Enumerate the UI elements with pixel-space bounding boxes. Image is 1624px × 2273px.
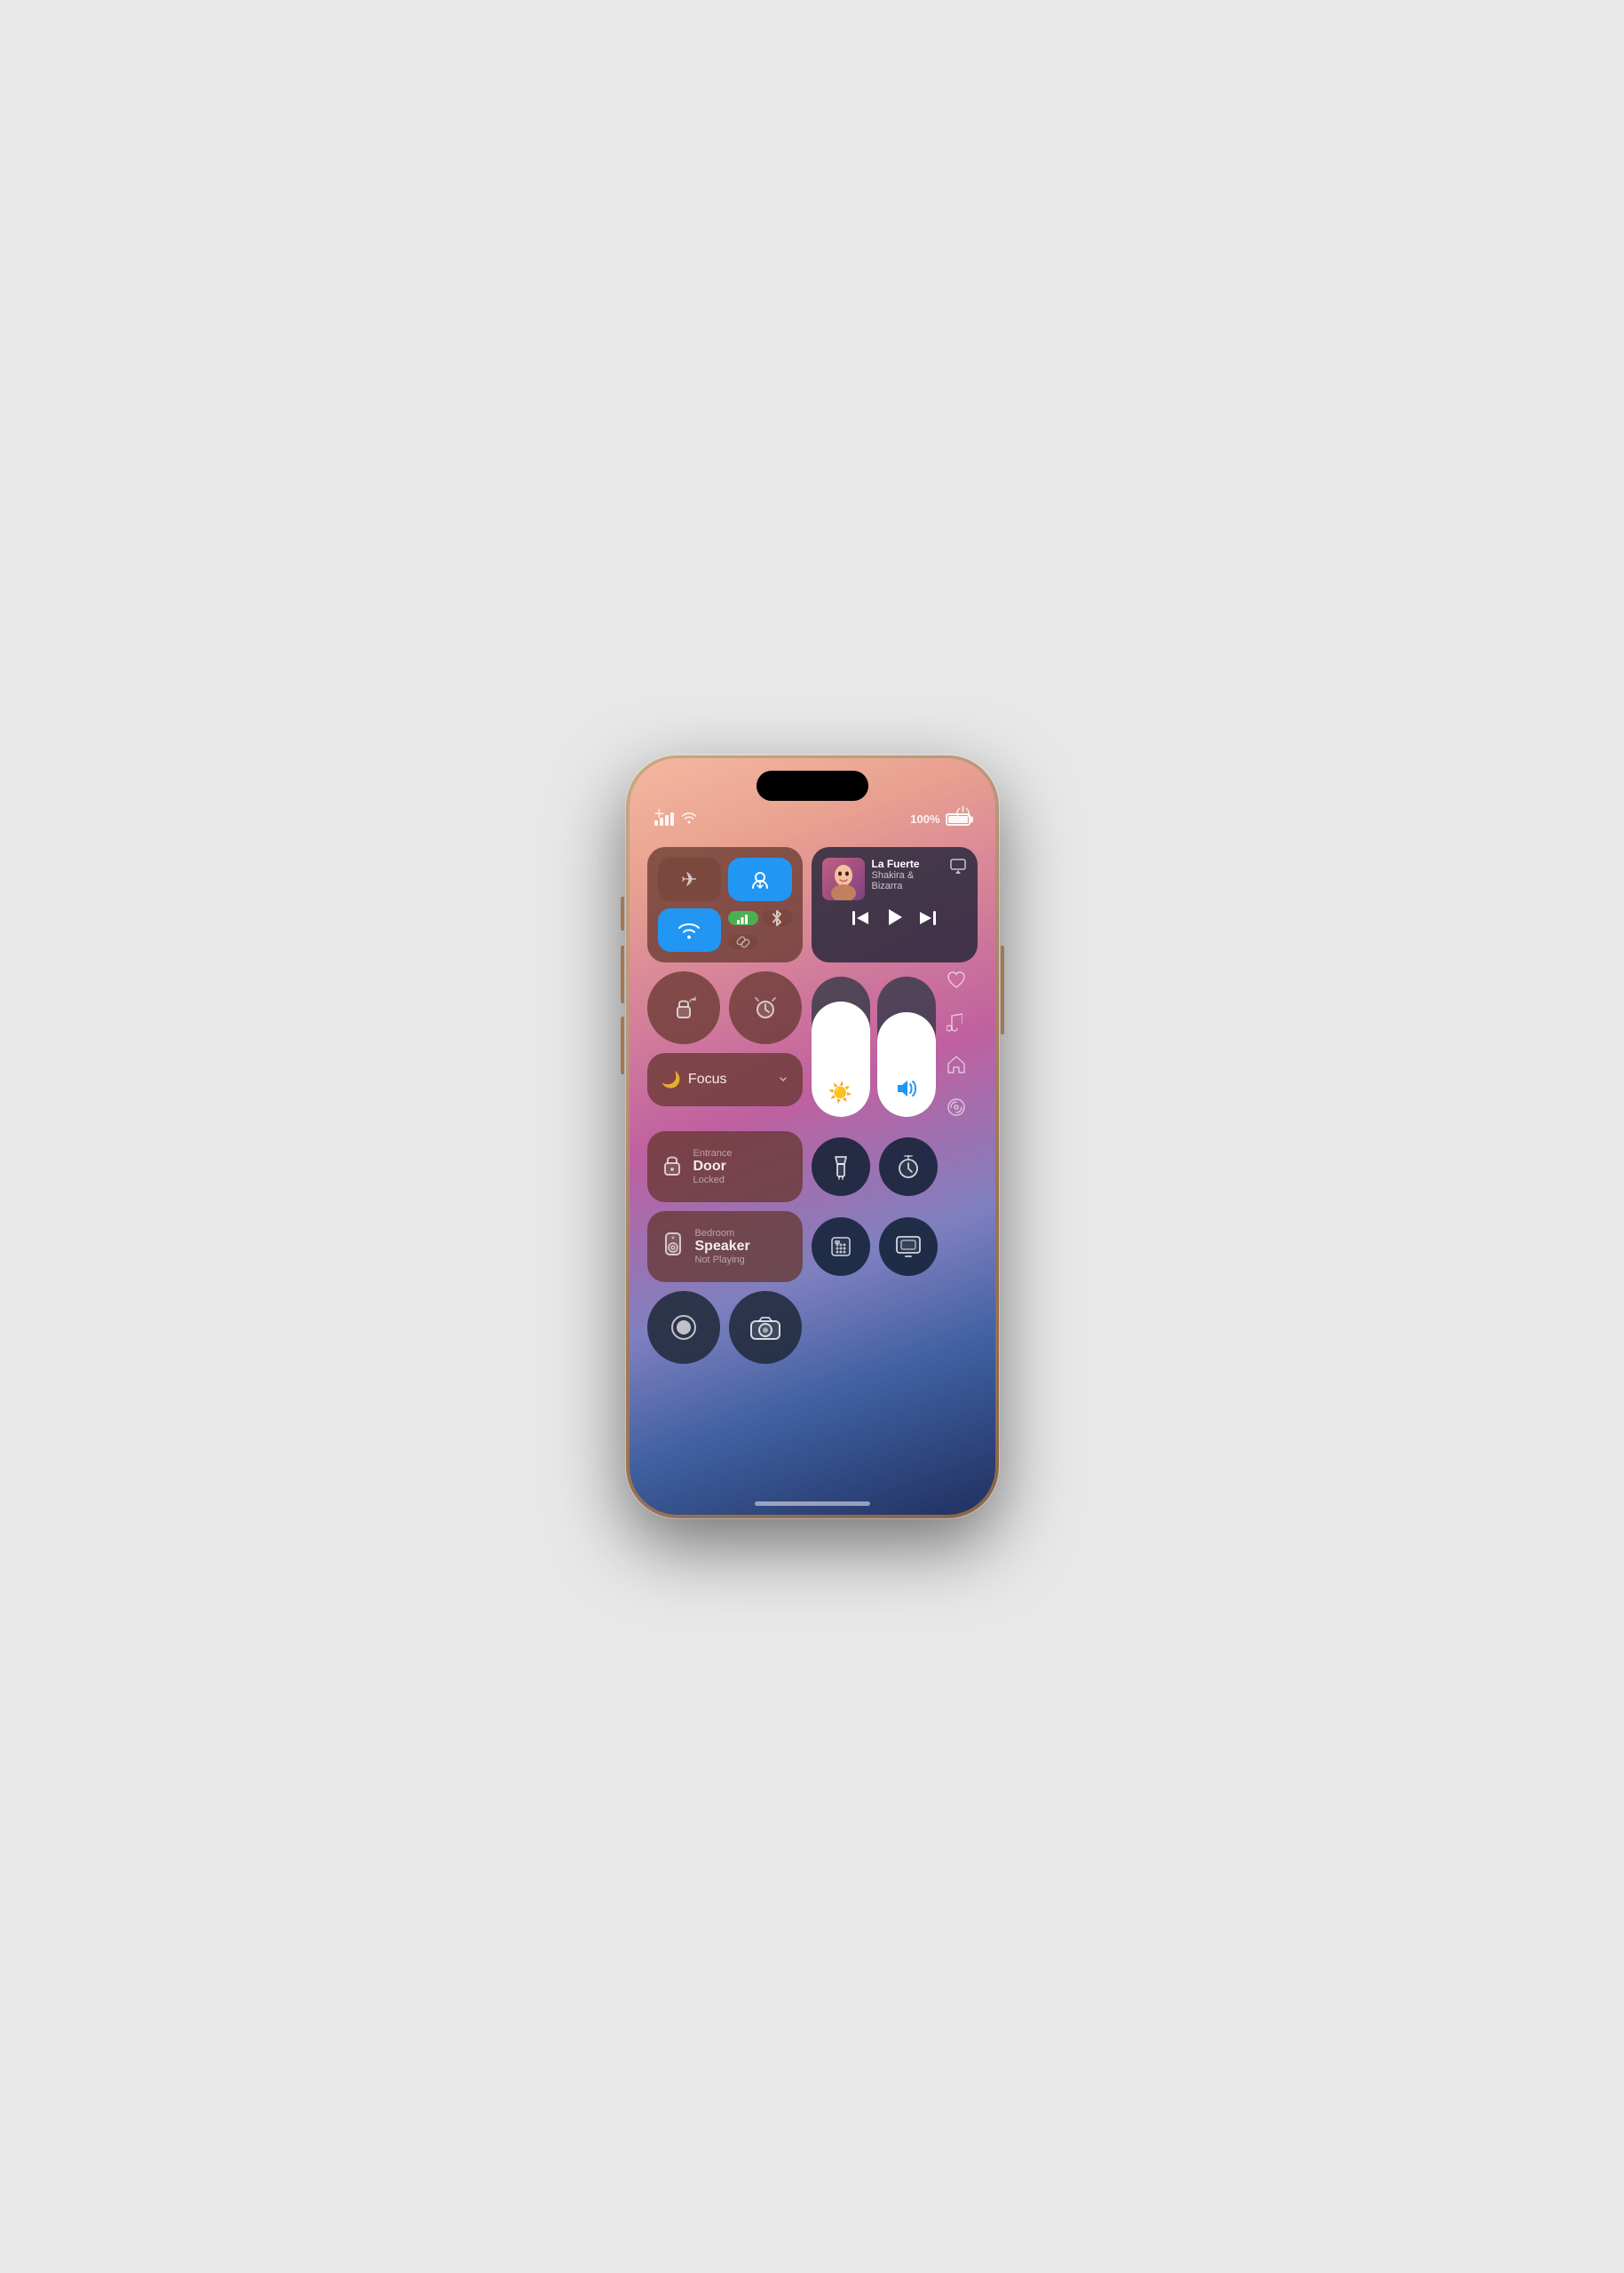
volume-slider[interactable] [877,977,936,1117]
moon-icon: 🌙 [661,1071,681,1089]
volume-down-button[interactable] [621,1017,624,1074]
now-playing-block: La Fuerte Shakira & Bizarra [812,847,978,962]
sidebar-icons [943,971,966,1122]
screen-lock-button[interactable] [647,971,720,1044]
mute-button[interactable] [621,897,624,931]
screen-mirror-button[interactable] [879,1217,938,1276]
focus-label: Focus [688,1072,727,1088]
home-icon[interactable] [947,1055,966,1080]
lock-icon [661,1152,683,1183]
power-button[interactable] [1001,946,1004,1034]
cellular-button[interactable] [728,911,758,925]
control-center: ✈ [647,847,978,1479]
calculator-button[interactable] [812,1217,870,1276]
camera-button[interactable] [729,1291,802,1364]
torch-button[interactable] [812,1137,870,1196]
bar3 [665,815,669,826]
focus-link-button[interactable] [728,935,758,949]
signal-icon [654,812,674,826]
brightness-icon: ☀️ [828,1081,852,1105]
next-button[interactable] [918,910,936,931]
now-playing-info: La Fuerte Shakira & Bizarra [872,858,942,891]
track-artist: Shakira & Bizarra [872,870,942,891]
prev-button[interactable] [852,910,870,931]
speaker-icon [661,1232,685,1263]
wifi-icon [681,812,697,827]
wifi-toggle-button[interactable] [658,908,722,952]
sliders-area: ☀️ [812,971,978,1122]
door-name: Door [693,1159,733,1175]
bottom-row [647,1291,978,1364]
status-bar: 100% [654,812,970,827]
airplay-button[interactable] [949,858,967,878]
focus-button[interactable]: 🌙 Focus [647,1053,803,1106]
cellular-signal-icon[interactable] [947,1097,966,1122]
status-right: 100% [910,812,970,826]
phone-frame: + ⏻ 100% [626,755,999,1518]
timer-button[interactable] [879,1137,938,1196]
left-controls: 🌙 Focus [647,971,803,1106]
dynamic-island [757,771,868,801]
screen-record-button[interactable] [647,1291,720,1364]
track-title: La Fuerte [872,858,942,870]
speaker-info: Bedroom Speaker Not Playing [695,1228,750,1265]
heart-icon[interactable] [947,971,966,994]
phone-screen: + ⏻ 100% [630,758,995,1515]
battery-percentage: 100% [910,812,939,826]
bluetooth-button[interactable] [762,910,792,926]
small-buttons-row [647,971,803,1044]
album-art [822,858,865,900]
music-note-icon[interactable] [947,1012,966,1037]
bar4 [670,812,674,826]
speaker-label: Bedroom [695,1228,750,1239]
airplane-mode-button[interactable]: ✈ [658,858,722,901]
play-button[interactable] [884,907,904,933]
torch-timer-group [812,1137,938,1196]
bar1 [654,820,658,826]
door-lock-button[interactable]: Entrance Door Locked [647,1131,803,1202]
speaker-status: Not Playing [695,1255,750,1265]
door-label: Entrance [693,1148,733,1159]
alarm-button[interactable] [729,971,802,1044]
door-status: Locked [693,1175,733,1185]
status-left [654,812,697,827]
speaker-name: Speaker [695,1239,750,1255]
playback-controls [822,907,967,933]
calc-mirror-group [812,1217,938,1276]
home-bar[interactable] [755,1501,870,1506]
speaker-button[interactable]: Bedroom Speaker Not Playing [647,1211,803,1282]
airdrop-button[interactable] [728,858,792,901]
bar2 [660,818,663,826]
connectivity-bottom-right [728,908,792,952]
volume-icon [894,1078,919,1105]
door-info: Entrance Door Locked [693,1148,733,1185]
brightness-slider[interactable]: ☀️ [812,977,870,1117]
volume-up-button[interactable] [621,946,624,1003]
connectivity-block: ✈ [647,847,803,962]
focus-chevron-icon [778,1073,788,1087]
battery-fill [948,816,968,823]
battery-icon [946,813,970,826]
